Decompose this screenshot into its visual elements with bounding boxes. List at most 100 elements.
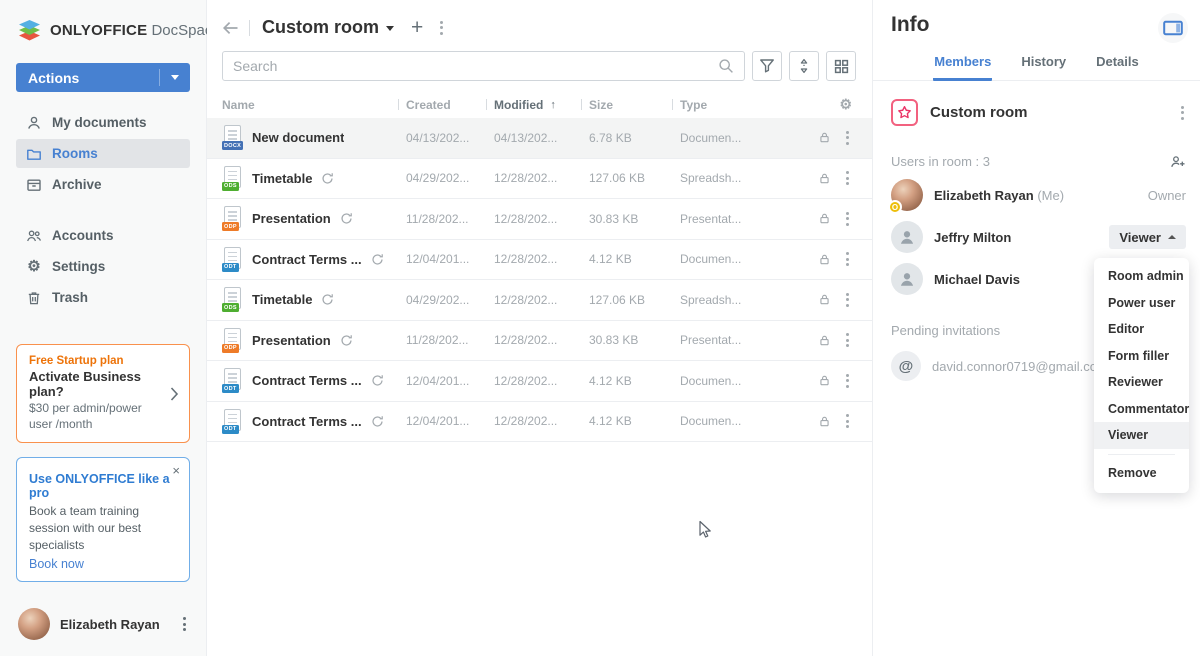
sidebar-item-my-documents[interactable]: My documents (16, 108, 190, 137)
avatar: O (891, 179, 923, 211)
lock-icon[interactable] (818, 415, 831, 428)
header-kebab-menu[interactable] (438, 19, 445, 37)
file-type: Documen... (672, 131, 790, 145)
panel-toggle-button[interactable] (1158, 13, 1188, 43)
sidebar-item-trash[interactable]: Trash (16, 283, 190, 312)
file-name: Contract Terms ... (252, 252, 362, 267)
file-type: Presentat... (672, 212, 790, 226)
search-icon (718, 58, 734, 74)
file-size: 30.83 KB (581, 333, 672, 347)
profile-name: Elizabeth Rayan (60, 617, 171, 632)
menu-item-room-admin[interactable]: Room admin (1094, 263, 1189, 290)
gear-icon: ⚙ (26, 259, 42, 274)
training-banner[interactable]: × Use ONLYOFFICE like a pro Book a team … (16, 457, 190, 581)
lock-icon[interactable] (818, 293, 831, 306)
actions-button-divider (159, 69, 160, 86)
member-row[interactable]: Jeffry Milton Viewer (873, 211, 1200, 253)
menu-item-remove[interactable]: Remove (1094, 460, 1189, 487)
room-title-dropdown[interactable]: Custom room (262, 17, 394, 38)
back-arrow-icon[interactable] (222, 20, 239, 36)
lock-icon[interactable] (818, 334, 831, 347)
lock-icon[interactable] (818, 212, 831, 225)
add-item-button[interactable]: + (411, 17, 423, 38)
table-row[interactable]: ODT Contract Terms ... 12/04/201... 12/2… (207, 240, 872, 281)
lock-icon[interactable] (818, 172, 831, 185)
table-row[interactable]: ODP Presentation 11/28/202... 12/28/202.… (207, 321, 872, 362)
app-logo[interactable]: ONLYOFFICE DocSpace (0, 0, 206, 55)
menu-item-form-filler[interactable]: Form filler (1094, 343, 1189, 370)
menu-item-reviewer[interactable]: Reviewer (1094, 369, 1189, 396)
plan-banner[interactable]: Free Startup plan Activate Business plan… (16, 344, 190, 443)
table-row[interactable]: DOCX New document 04/13/202... 04/13/202… (207, 118, 872, 159)
row-kebab-menu[interactable] (844, 250, 851, 268)
table-row[interactable]: ODT Contract Terms ... 12/04/201... 12/2… (207, 361, 872, 402)
column-header-modified[interactable]: Modified↑ (486, 98, 581, 112)
table-row[interactable]: ODP Presentation 11/28/202... 12/28/202.… (207, 199, 872, 240)
file-size: 127.06 KB (581, 293, 672, 307)
odt-file-icon: ODT (222, 409, 243, 434)
tab-members[interactable]: Members (933, 45, 992, 81)
sync-icon[interactable] (371, 253, 384, 266)
table-row[interactable]: ODT Contract Terms ... 12/04/201... 12/2… (207, 402, 872, 443)
role-dropdown-button[interactable]: Viewer (1109, 225, 1186, 249)
sync-icon[interactable] (321, 172, 334, 185)
file-name: New document (252, 130, 344, 145)
book-now-link[interactable]: Book now (29, 557, 84, 571)
table-row[interactable]: ODS Timetable 04/29/202... 12/28/202... … (207, 159, 872, 200)
table-settings-button[interactable]: ⚙ (839, 97, 856, 112)
sync-icon[interactable] (371, 415, 384, 428)
member-row[interactable]: O Elizabeth Rayan (Me) Owner (873, 169, 1200, 211)
row-kebab-menu[interactable] (844, 372, 851, 390)
gear-icon: ⚙ (839, 96, 852, 112)
add-user-icon[interactable] (1170, 153, 1186, 169)
sync-icon[interactable] (371, 374, 384, 387)
chevron-right-icon[interactable] (170, 386, 179, 401)
row-kebab-menu[interactable] (844, 169, 851, 187)
sync-icon[interactable] (340, 334, 353, 347)
close-icon[interactable]: × (172, 463, 180, 478)
sort-button[interactable] (789, 51, 819, 81)
column-header-size[interactable]: Size (581, 98, 672, 112)
file-name: Presentation (252, 333, 331, 348)
tab-history[interactable]: History (1020, 45, 1067, 81)
grid-view-icon (834, 59, 849, 74)
actions-button[interactable]: Actions (16, 63, 190, 92)
lock-icon[interactable] (818, 374, 831, 387)
menu-item-commentator[interactable]: Commentator (1094, 396, 1189, 423)
view-toggle-button[interactable] (826, 51, 856, 81)
row-kebab-menu[interactable] (844, 129, 851, 147)
sync-icon[interactable] (340, 212, 353, 225)
actions-button-label: Actions (28, 70, 79, 86)
sync-icon[interactable] (321, 293, 334, 306)
row-kebab-menu[interactable] (844, 210, 851, 228)
member-name: Jeffry Milton (934, 230, 1011, 245)
file-size: 30.83 KB (581, 212, 672, 226)
filter-button[interactable] (752, 51, 782, 81)
lock-icon[interactable] (818, 131, 831, 144)
sidebar-item-rooms[interactable]: Rooms (16, 139, 190, 168)
sidebar-item-label: My documents (52, 115, 147, 130)
table-row[interactable]: ODS Timetable 04/29/202... 12/28/202... … (207, 280, 872, 321)
sidebar-item-archive[interactable]: Archive (16, 170, 190, 199)
row-kebab-menu[interactable] (844, 291, 851, 309)
column-header-created[interactable]: Created (398, 98, 486, 112)
custom-room-star-icon (891, 99, 918, 126)
person-icon (26, 115, 42, 131)
role-dropdown-label: Viewer (1119, 230, 1161, 245)
room-kebab-menu[interactable] (1179, 104, 1186, 122)
search-input[interactable]: Search (222, 51, 745, 81)
sidebar-item-accounts[interactable]: Accounts (16, 221, 190, 250)
profile-row[interactable]: Elizabeth Rayan (0, 594, 206, 656)
column-header-name[interactable]: Name (222, 98, 398, 112)
file-rows: DOCX New document 04/13/202... 04/13/202… (207, 118, 872, 442)
menu-item-editor[interactable]: Editor (1094, 316, 1189, 343)
profile-kebab-menu[interactable] (181, 615, 188, 633)
column-header-type[interactable]: Type (672, 98, 790, 112)
menu-item-power-user[interactable]: Power user (1094, 290, 1189, 317)
lock-icon[interactable] (818, 253, 831, 266)
sidebar-item-settings[interactable]: ⚙ Settings (16, 252, 190, 281)
row-kebab-menu[interactable] (844, 331, 851, 349)
row-kebab-menu[interactable] (844, 412, 851, 430)
menu-item-viewer[interactable]: Viewer (1094, 422, 1189, 449)
tab-details[interactable]: Details (1095, 45, 1140, 81)
